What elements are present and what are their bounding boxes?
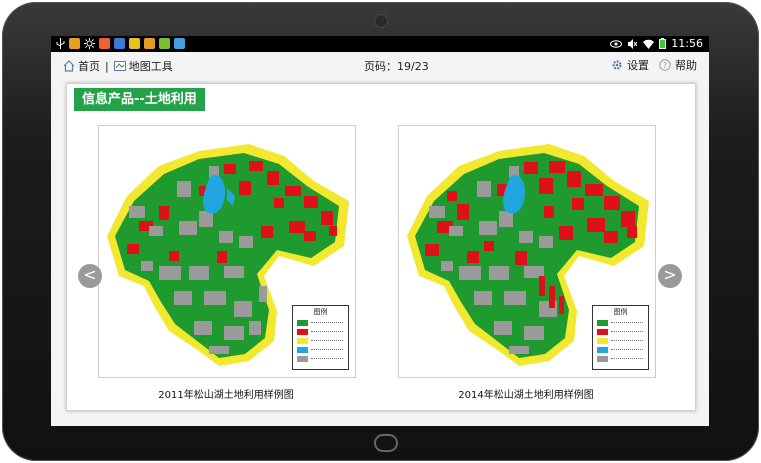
legend-swatch [297, 329, 308, 335]
help-icon[interactable]: ? [659, 59, 671, 71]
front-camera [374, 14, 388, 28]
home-hardware-button[interactable] [374, 434, 398, 452]
map-caption-2011: 2011年松山湖土地利用样例图 [158, 390, 294, 401]
legend-swatch [297, 347, 308, 353]
app-icon [99, 38, 110, 49]
legend-title: 图例 [613, 308, 628, 316]
legend-swatch [297, 320, 308, 326]
map-caption-2014: 2014年松山湖土地利用样例图 [458, 390, 594, 401]
prev-page-button[interactable]: < [78, 264, 102, 288]
battery-icon [659, 38, 667, 49]
map-legend: 图例 [292, 305, 349, 370]
brightness-icon [84, 38, 95, 49]
app-icon [114, 38, 125, 49]
legend-swatch [597, 347, 608, 353]
app-toolbar: 首页 | 地图工具 页码：19/23 设置 ? 帮助 [51, 52, 709, 78]
usb-icon [56, 38, 65, 49]
app-icon [159, 38, 170, 49]
chevron-left-icon: < [83, 265, 97, 284]
app-icon [69, 38, 80, 49]
map-icon[interactable] [113, 60, 126, 72]
land-use-map-2014[interactable]: 图例 [398, 125, 656, 378]
legend-swatch [597, 356, 608, 362]
status-bar: 11:56 [51, 36, 709, 52]
legend-swatch [597, 329, 608, 335]
chevron-right-icon: > [663, 265, 677, 284]
legend-swatch [297, 338, 308, 344]
eye-icon [610, 39, 623, 48]
legend-swatch [297, 356, 308, 362]
mute-icon [628, 38, 638, 49]
gear-icon[interactable] [611, 59, 623, 71]
legend-title: 图例 [313, 308, 328, 316]
system-tray: 11:56 [610, 37, 703, 50]
home-icon[interactable] [63, 60, 75, 72]
screen: 11:56 首页 | 地图工具 页码：19/23 设置 ? 帮助 信息产品--土… [51, 36, 709, 426]
section-title: 信息产品--土地利用 [74, 88, 205, 111]
help-link[interactable]: 帮助 [675, 57, 697, 73]
settings-link[interactable]: 设置 [627, 57, 649, 73]
toolbar-separator: | [105, 59, 109, 73]
app-icon [129, 38, 140, 49]
clock: 11:56 [671, 37, 703, 50]
map-tools-link[interactable]: 地图工具 [129, 58, 173, 74]
home-link[interactable]: 首页 [78, 58, 100, 74]
legend-swatch [597, 338, 608, 344]
land-use-map-2011[interactable]: 图例 [98, 125, 356, 378]
legend-swatch [597, 320, 608, 326]
page-indicator: 页码：19/23 [364, 60, 429, 73]
app-icon [174, 38, 185, 49]
next-page-button[interactable]: > [658, 264, 682, 288]
content-panel: 信息产品--土地利用 图例 2011年松山湖土地利用样例图 图例 2014年松山… [66, 83, 696, 411]
app-icon [144, 38, 155, 49]
notification-icons [56, 38, 185, 49]
map-legend: 图例 [592, 305, 649, 370]
wifi-icon [643, 39, 655, 49]
svg-text:?: ? [663, 61, 667, 70]
